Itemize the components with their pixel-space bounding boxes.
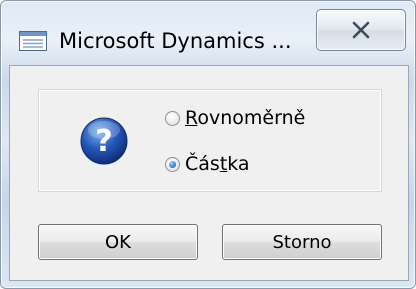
close-button[interactable] <box>316 9 406 51</box>
radio-button[interactable] <box>165 110 180 126</box>
dialog-window: Microsoft Dynamics ... ? Rovnoměrně Část… <box>0 0 416 289</box>
cancel-button[interactable]: Storno <box>222 224 382 260</box>
radio-button-selected[interactable] <box>165 156 180 172</box>
window-title: Microsoft Dynamics ... <box>59 29 292 53</box>
radio-label: Částka <box>185 153 250 175</box>
question-icon: ? <box>79 116 129 166</box>
options-group: ? Rovnoměrně Částka <box>38 89 382 192</box>
close-icon <box>352 21 370 39</box>
svg-text:?: ? <box>95 124 112 159</box>
radio-rovnomerne[interactable]: Rovnoměrně <box>165 107 305 129</box>
form-icon <box>19 31 47 51</box>
dialog-body: ? Rovnoměrně Částka OK Storno <box>9 65 409 281</box>
radio-castka[interactable]: Částka <box>165 153 250 175</box>
ok-button[interactable]: OK <box>38 224 198 260</box>
title-bar[interactable]: Microsoft Dynamics ... <box>1 1 415 65</box>
radio-label: Rovnoměrně <box>185 107 306 129</box>
